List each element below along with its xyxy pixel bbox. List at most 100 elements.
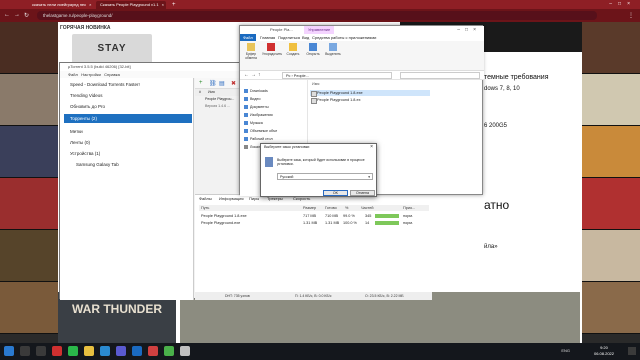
window-controls[interactable]: –□× [457,26,481,34]
browser-tab-2[interactable]: Скачать People Playground v1.1 × [96,1,166,9]
col-done[interactable]: Готово [325,205,337,211]
app-icon[interactable] [148,346,158,356]
game-tile[interactable] [582,230,640,282]
nav-item-desktop[interactable]: Рабочий стол [244,136,273,143]
file-row[interactable]: People Playground 1.8.exe 717 MB 710 MB … [199,213,429,219]
explorer-icon[interactable] [84,346,94,356]
back-icon[interactable]: ← [4,12,10,18]
sidebar-item-torrents[interactable]: Торренты (2) [64,114,192,123]
file-item[interactable]: People Playground 1.8.ex [310,97,430,104]
link-icon[interactable]: ⛓ [209,80,217,87]
col-pieces[interactable]: Частей [361,205,373,211]
col-pct[interactable]: % [345,205,348,211]
game-tile[interactable] [0,282,58,334]
path-field[interactable]: Рс › People... [282,72,392,79]
sidebar-item-devices[interactable]: Устройства (1) [64,149,192,158]
reload-icon[interactable]: ↻ [24,12,29,19]
menu-file[interactable]: Файл [68,72,78,77]
language-indicator[interactable]: ENG [561,348,570,353]
discord-icon[interactable] [116,346,126,356]
game-tile[interactable] [0,230,58,282]
window-controls[interactable]: –□× [609,1,636,7]
col-prio[interactable]: Прио... [403,205,415,211]
search-icon[interactable] [20,346,30,356]
sidebar-item-speed[interactable]: Speed - Download Torrents Faster! [64,80,192,89]
create-icon[interactable]: ▤ [219,80,225,87]
sidebar-item-upgrade[interactable]: Обновить до Pro [64,102,192,111]
game-tile[interactable] [0,74,58,126]
browser-tab-1[interactable]: скачать пели лиейграунд пес × [28,1,94,9]
nav-item-downloads[interactable]: Downloads [244,88,268,95]
game-tile[interactable] [582,178,640,230]
cancel-button[interactable]: Отмена [350,190,375,196]
col-name-header[interactable]: Имя [312,82,319,86]
select-button[interactable]: Выделить [324,43,342,56]
steam-icon[interactable] [132,346,142,356]
manage-tab[interactable]: Управление [304,26,335,34]
nav-item-videos[interactable]: Видео [244,96,261,103]
game-tile[interactable] [0,126,58,178]
organize-button[interactable]: Упорядочить [262,43,282,56]
sidebar-item-device[interactable]: Samsung Galaxy Tab [64,160,192,169]
clipboard-button[interactable]: Буфер обмена [242,43,260,60]
clipboard-label: Буфер обмена [245,52,257,60]
ribbon-tab-file[interactable]: Файл [240,34,256,41]
col-num[interactable]: # [199,90,201,94]
remove-icon[interactable]: ✖ [231,80,236,87]
sidebar-item-trending[interactable]: Trending Videos [64,91,192,100]
task-view-icon[interactable] [36,346,46,356]
sidebar-item-labels[interactable]: Метки [64,127,192,136]
browser-icon[interactable] [52,346,62,356]
language-select[interactable]: Русский ▾ [277,173,373,180]
menu-settings[interactable]: Настройки [81,72,101,77]
menu-icon[interactable]: ⋮ [628,12,634,19]
file-row[interactable]: People Playground.exe 1.31 MB 1.31 MB 10… [199,220,429,226]
nav-item-documents[interactable]: Документы [244,104,269,111]
start-icon[interactable] [4,346,14,356]
forward-icon[interactable]: → [14,12,20,18]
ribbon-tab-tools[interactable]: Средства работы с приложениями [312,34,376,41]
game-tile[interactable] [0,178,58,230]
ribbon-tab-share[interactable]: Поделиться [278,34,300,41]
status-bar: DHT: 735 узлов П: 1.4 КБ/с, В: 0.0 КБ/с … [195,292,432,300]
col-path[interactable]: Путь [201,205,209,211]
new-button[interactable]: Создать [284,43,302,56]
utorrent-taskbar-icon[interactable] [164,346,174,356]
ok-button[interactable]: OK [323,190,348,196]
promo-logo[interactable]: STAY [72,34,152,64]
game-tile[interactable] [582,22,640,74]
menu-help[interactable]: Справка [104,72,120,77]
add-torrent-icon[interactable]: + [199,80,203,86]
chevron-down-icon: ▾ [368,175,370,179]
nav-item-pictures[interactable]: Изображения [244,112,273,119]
game-tile[interactable] [0,22,58,74]
app-icon[interactable] [180,346,190,356]
address-bar-row: ← → ↻ thelastgame.ru/people-playground/ … [0,9,640,22]
notification-icon[interactable] [628,347,636,355]
tab-info[interactable]: Информация [219,196,244,202]
game-tile[interactable] [582,126,640,178]
close-icon[interactable]: × [162,2,164,7]
nav-item-3d[interactable]: Объемные объе [244,128,277,135]
tab-files[interactable]: Файлы [199,196,212,202]
close-icon[interactable]: × [89,2,91,7]
telegram-icon[interactable] [100,346,110,356]
file-item[interactable]: People Playground 1.8.exe [310,90,430,97]
url-field[interactable]: thelastgame.ru/people-playground/ [37,11,597,20]
whatsapp-icon[interactable] [68,346,78,356]
game-tile[interactable] [582,282,640,334]
close-icon[interactable]: × [370,144,373,150]
col-name[interactable]: Имя [208,90,215,94]
ribbon-tab-view[interactable]: Вид [302,34,309,41]
clock[interactable]: 9:20 06.08.2022 [594,345,614,357]
game-tile[interactable] [582,74,640,126]
new-tab-button[interactable]: + [168,1,180,9]
col-size[interactable]: Размер [303,205,316,211]
nav-arrows-icon[interactable]: ←→↑ [244,72,263,78]
sidebar-item-feeds[interactable]: Ленты (0) [64,138,192,147]
search-field[interactable] [400,72,480,79]
tab-peers[interactable]: Пиры [249,196,259,202]
nav-item-music[interactable]: Музыка [244,120,263,127]
ribbon-tab-home[interactable]: Главная [260,34,275,41]
open-button[interactable]: Открыть [304,43,322,56]
